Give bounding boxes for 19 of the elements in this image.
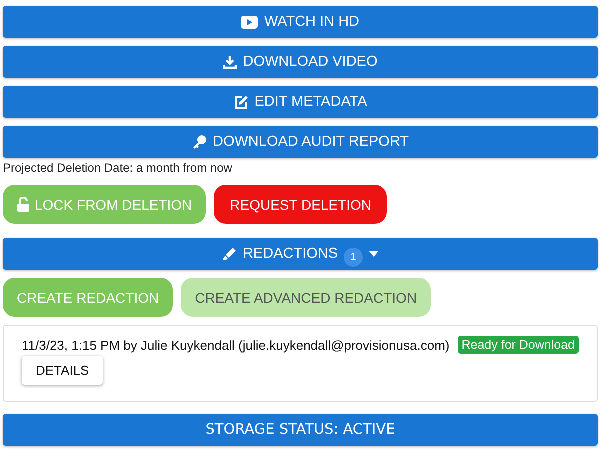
status-label: Ready for Download [458, 336, 579, 354]
details-button[interactable]: DETAILS [22, 356, 104, 385]
deletion-date-text: Projected Deletion Date: a month from now [3, 161, 234, 175]
download-icon [223, 55, 238, 69]
redaction-info-text: 11/3/23, 1:15 PM by Julie Kuykendall (julie.kuykendall@provisionusa.com) [22, 338, 450, 352]
edit-icon [234, 94, 249, 110]
count-badge: 1 [344, 248, 364, 266]
action-button[interactable]: DOWNLOAD VIDEO [3, 46, 598, 78]
storage-status-bar: STORAGE STATUS: ACTIVE [3, 414, 598, 446]
marker-icon [222, 246, 237, 262]
action-button[interactable]: WATCH IN HD [3, 6, 598, 38]
video-icon [241, 16, 258, 28]
deletion-button[interactable]: REQUEST DELETION [214, 185, 388, 224]
caret-icon [369, 251, 380, 257]
redactions-toggle[interactable]: REDACTIONS 1 [3, 238, 598, 270]
action-button[interactable]: EDIT METADATA [3, 86, 598, 118]
key-icon [192, 134, 207, 150]
action-button[interactable]: DOWNLOAD AUDIT REPORT [3, 126, 598, 158]
unlock-icon [17, 197, 30, 212]
